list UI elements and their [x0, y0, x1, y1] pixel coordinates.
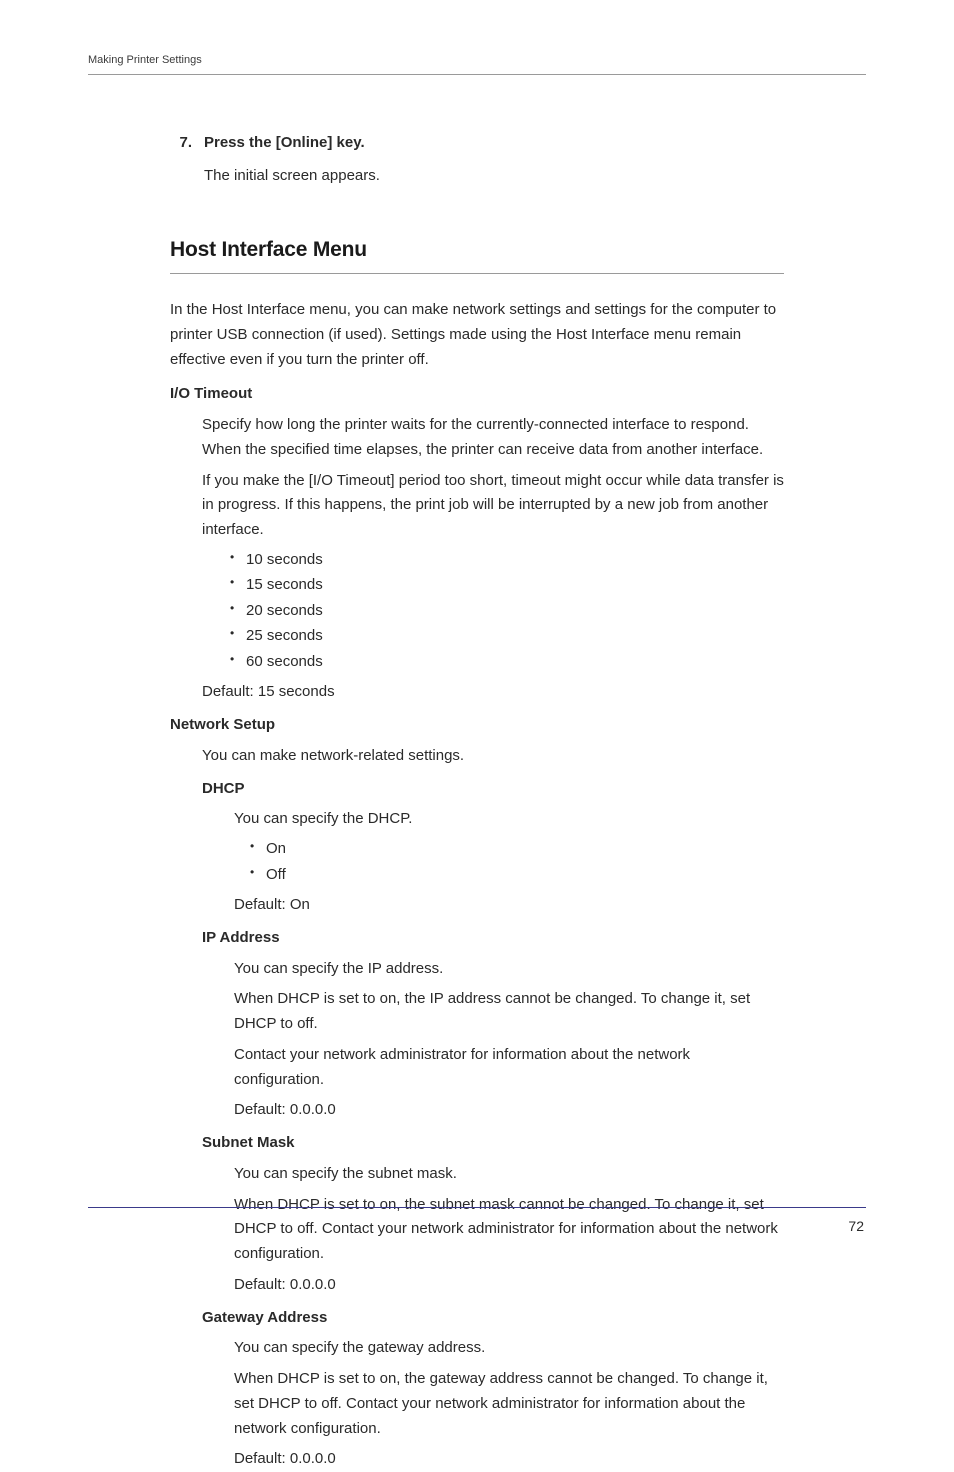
- ip-body: You can specify the IP address. When DHC…: [170, 957, 784, 1124]
- ip-p3: Contact your network administrator for i…: [234, 1043, 784, 1093]
- list-item: Off: [254, 862, 784, 888]
- term-gateway-address: Gateway Address: [170, 1306, 784, 1331]
- subnet-p2: When DHCP is set to on, the subnet mask …: [234, 1193, 784, 1267]
- io-timeout-p2: If you make the [I/O Timeout] period too…: [202, 469, 784, 543]
- step-title: Press the [Online] key.: [204, 131, 784, 156]
- list-item: 15 seconds: [234, 572, 784, 598]
- content: 7. Press the [Online] key. The initial s…: [88, 75, 866, 1472]
- subnet-body: You can specify the subnet mask. When DH…: [170, 1162, 784, 1298]
- header-label: Making Printer Settings: [88, 54, 866, 74]
- io-timeout-body: Specify how long the printer waits for t…: [170, 413, 784, 705]
- network-setup-body: You can make network-related settings.: [170, 744, 784, 769]
- gateway-body: You can specify the gateway address. Whe…: [170, 1336, 784, 1472]
- gateway-p2: When DHCP is set to on, the gateway addr…: [234, 1367, 784, 1441]
- dhcp-desc: You can specify the DHCP.: [234, 807, 784, 832]
- ip-p2: When DHCP is set to on, the IP address c…: [234, 987, 784, 1037]
- dhcp-options: On Off: [234, 836, 784, 887]
- list-item: 10 seconds: [234, 547, 784, 573]
- network-setup-desc: You can make network-related settings.: [202, 744, 784, 769]
- page: Making Printer Settings 7. Press the [On…: [88, 54, 866, 1222]
- footer-rule: [88, 1207, 866, 1208]
- gateway-default: Default: 0.0.0.0: [234, 1447, 784, 1472]
- list-item: 60 seconds: [234, 649, 784, 675]
- io-timeout-p1: Specify how long the printer waits for t…: [202, 413, 784, 463]
- list-item: On: [254, 836, 784, 862]
- dhcp-default: Default: On: [234, 893, 784, 918]
- io-timeout-default: Default: 15 seconds: [202, 680, 784, 705]
- term-dhcp: DHCP: [170, 777, 784, 802]
- ip-p1: You can specify the IP address.: [234, 957, 784, 982]
- term-ip-address: IP Address: [170, 926, 784, 951]
- term-subnet-mask: Subnet Mask: [170, 1131, 784, 1156]
- step-number: 7.: [170, 131, 192, 189]
- io-timeout-options: 10 seconds 15 seconds 20 seconds 25 seco…: [202, 547, 784, 675]
- subnet-p1: You can specify the subnet mask.: [234, 1162, 784, 1187]
- step-subtext: The initial screen appears.: [204, 164, 784, 189]
- page-number: 72: [848, 1218, 864, 1234]
- term-network-setup: Network Setup: [170, 713, 784, 738]
- term-io-timeout: I/O Timeout: [170, 382, 784, 407]
- ip-default: Default: 0.0.0.0: [234, 1098, 784, 1123]
- gateway-p1: You can specify the gateway address.: [234, 1336, 784, 1361]
- list-item: 20 seconds: [234, 598, 784, 624]
- list-item: 25 seconds: [234, 623, 784, 649]
- subnet-default: Default: 0.0.0.0: [234, 1273, 784, 1298]
- section-intro: In the Host Interface menu, you can make…: [170, 298, 784, 372]
- step-body: Press the [Online] key. The initial scre…: [204, 131, 784, 189]
- dhcp-body: You can specify the DHCP. On Off Default…: [170, 807, 784, 918]
- step-7: 7. Press the [Online] key. The initial s…: [170, 131, 784, 189]
- section-title: Host Interface Menu: [170, 233, 784, 275]
